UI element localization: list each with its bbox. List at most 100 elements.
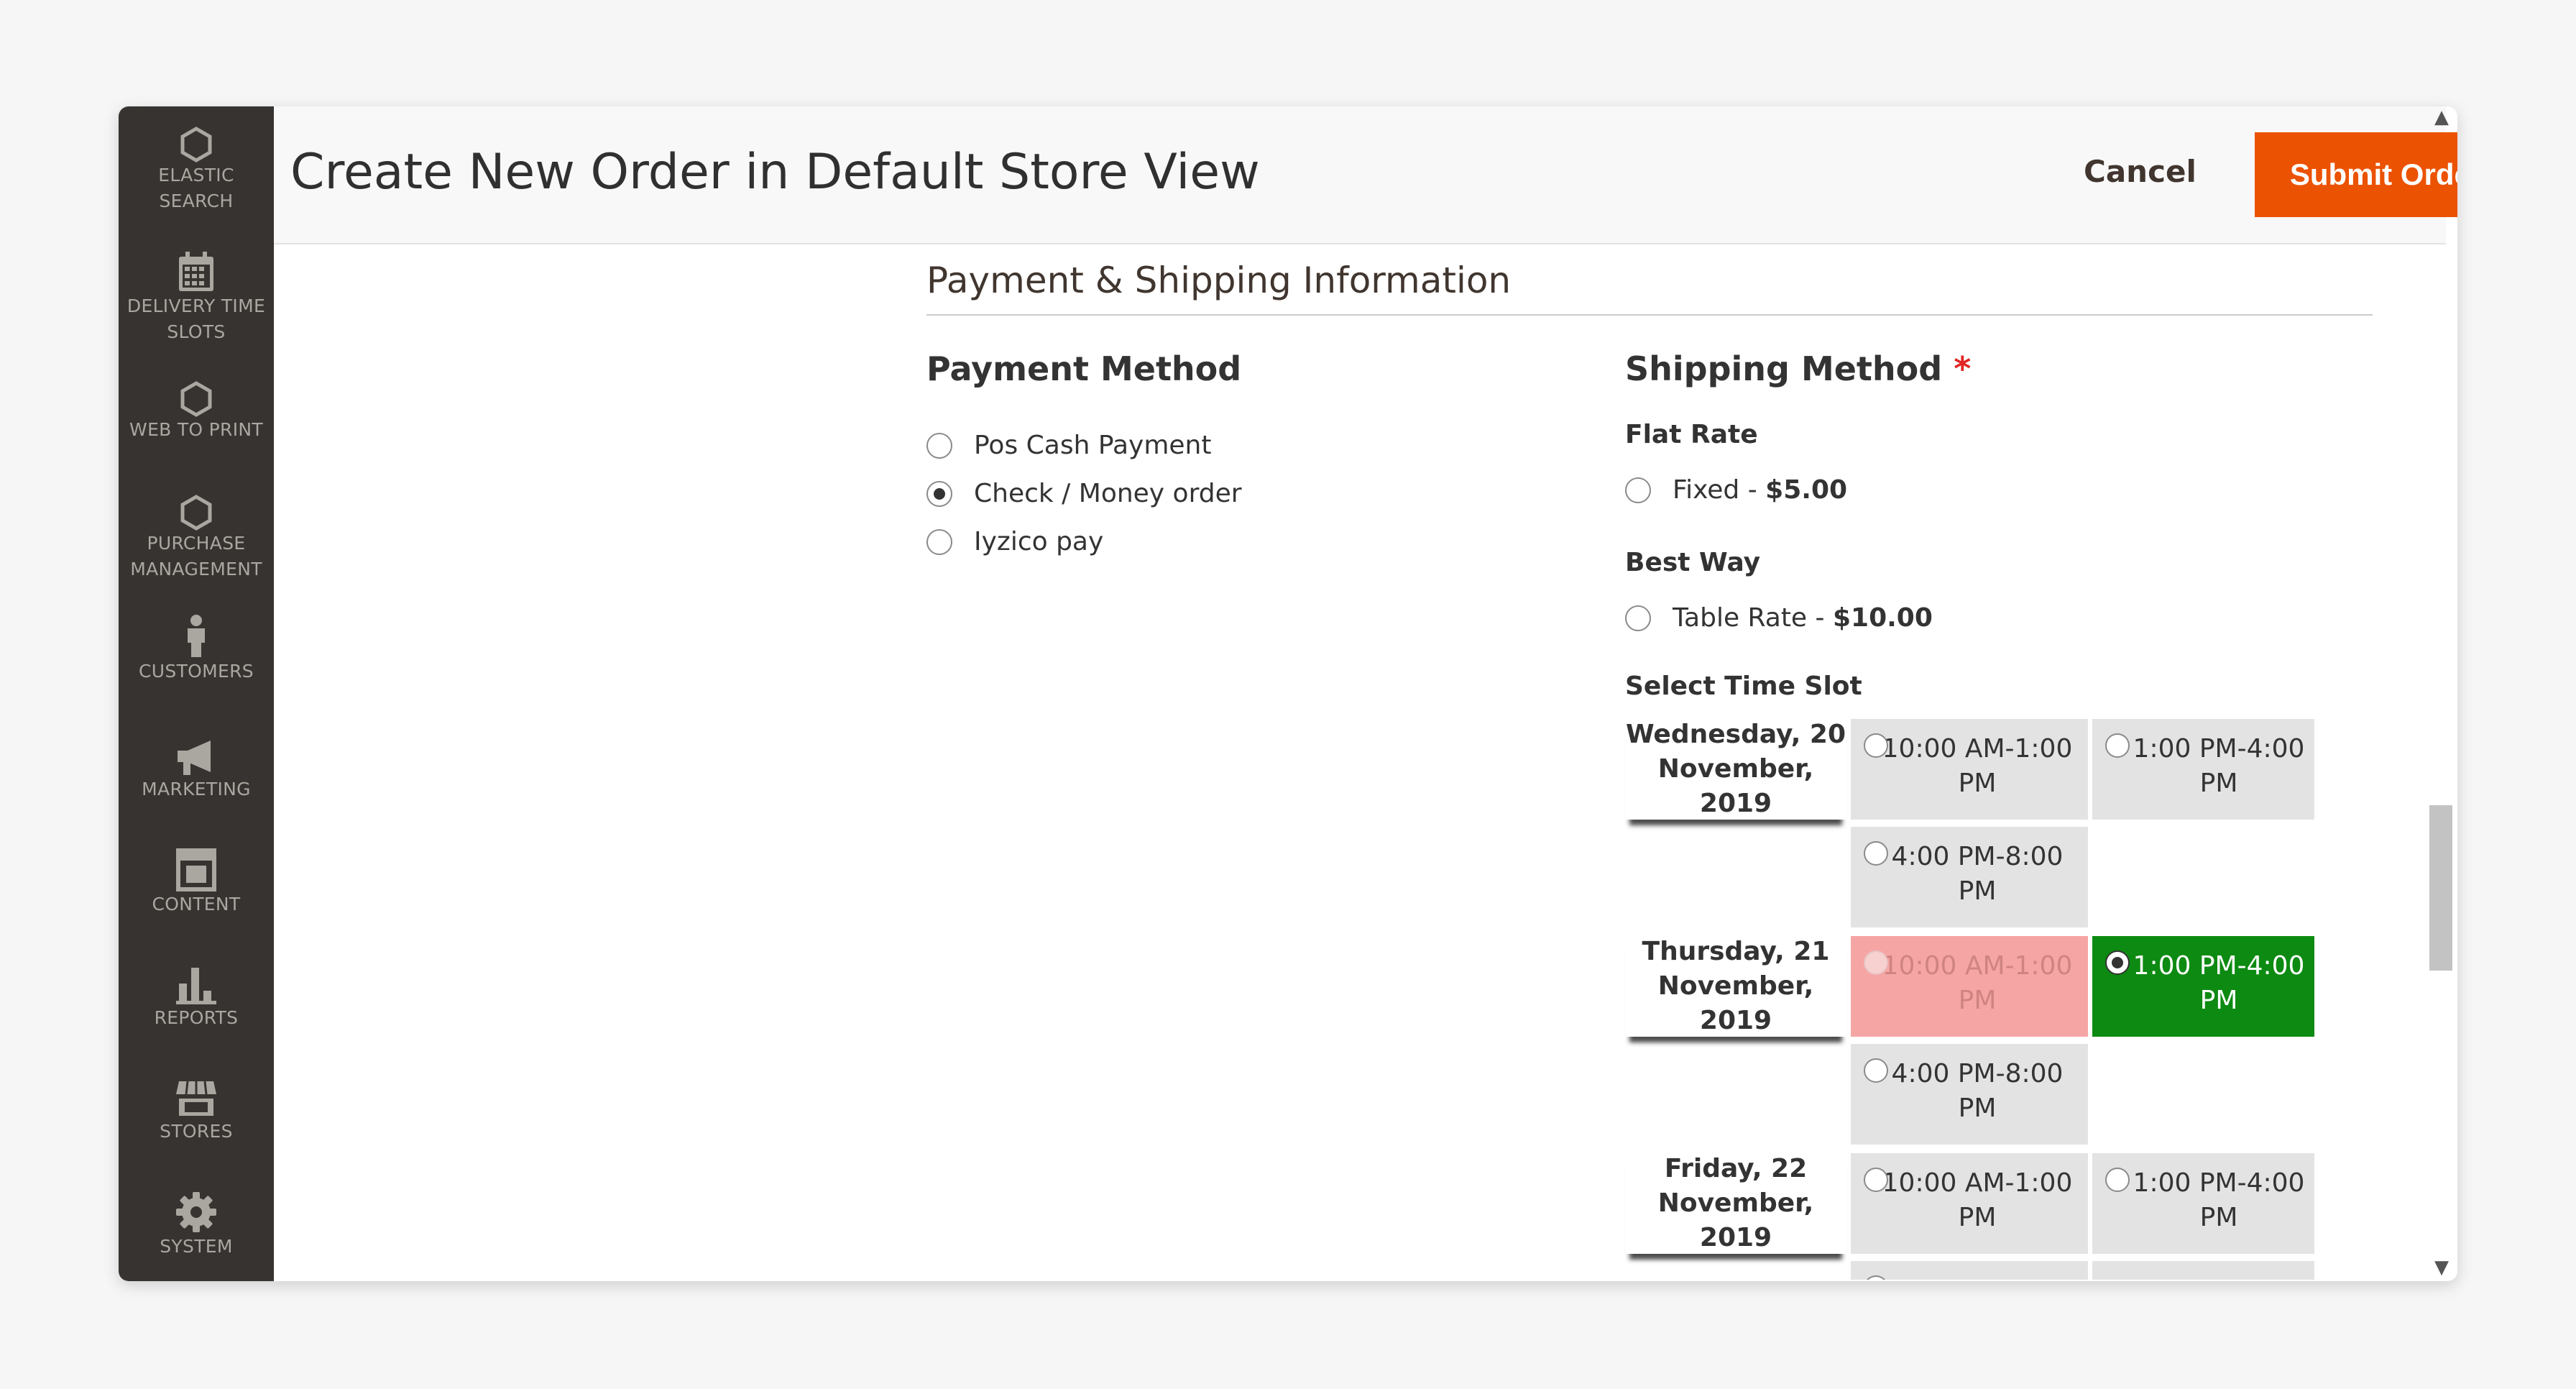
cancel-button[interactable]: Cancel — [2084, 154, 2196, 189]
sidebar-item-label: CONTENT — [152, 894, 241, 914]
scroll-down-arrow-icon[interactable]: ▼ — [2434, 1257, 2449, 1278]
slot-time: PM — [2199, 1203, 2238, 1232]
slot-radio-checked[interactable] — [2105, 950, 2130, 975]
time-slot[interactable] — [2092, 1261, 2314, 1280]
shipping-radio[interactable] — [1625, 605, 1651, 631]
payment-option-label: Pos Cash Payment — [974, 431, 1212, 460]
slot-time: PM — [2199, 986, 2238, 1015]
slot-time: PM — [1958, 1094, 1997, 1123]
sidebar-item-delivery-time-slots[interactable]: DELIVERY TIME SLOTS — [119, 250, 274, 345]
shipping-method-label: Shipping Method — [1625, 349, 1943, 388]
time-slot-grid: Wednesday, 20 November, 2019 10:00 AM-1:0… — [1596, 712, 2314, 1280]
date-line: November, 2019 — [1657, 971, 1814, 1035]
time-slot[interactable]: 1:00 PM-4:00 PM — [2092, 1153, 2314, 1254]
slot-radio[interactable] — [2105, 1168, 2130, 1192]
scroll-up-arrow-icon[interactable]: ▲ — [2434, 106, 2449, 128]
slot-radio[interactable] — [1864, 1168, 1888, 1192]
date-line: November, 2019 — [1657, 754, 1814, 818]
storefront-icon — [176, 1081, 216, 1116]
sidebar-item-label: SYSTEM — [160, 1236, 233, 1257]
slot-time: 10:00 AM-1:00 — [1882, 1168, 2073, 1198]
sidebar-item-label: SLOTS — [167, 321, 226, 342]
bar-chart-icon — [176, 968, 216, 1004]
flat-rate-label: Fixed - — [1673, 475, 1766, 505]
slot-time: PM — [1958, 1203, 1997, 1232]
payment-radio[interactable] — [926, 433, 952, 459]
sidebar-item-customers[interactable]: CUSTOMERS — [119, 614, 274, 684]
time-slot[interactable]: 4:00 PM-8:00 PM — [1851, 1044, 2088, 1145]
date-line: Friday, 22 — [1664, 1154, 1808, 1183]
section-title: Payment & Shipping Information — [926, 260, 1512, 301]
slot-radio[interactable] — [1864, 733, 1888, 758]
payment-radio[interactable] — [926, 529, 952, 555]
sidebar-item-label: CUSTOMERS — [139, 661, 254, 682]
scrollbar-thumb[interactable] — [2429, 805, 2452, 971]
sidebar-item-purchase-management[interactable]: PURCHASE MANAGEMENT — [119, 495, 274, 582]
admin-sidebar: ELASTIC SEARCH DELIVERY TIME SLOTS WEB T… — [119, 106, 274, 1281]
time-slot-selected[interactable]: 1:00 PM-4:00 PM — [2092, 936, 2314, 1037]
layout-icon — [176, 848, 216, 891]
date-line: Wednesday, 20 — [1625, 720, 1846, 749]
payment-option-label: Iyzico pay — [974, 527, 1104, 556]
slot-radio[interactable] — [1864, 841, 1888, 866]
sidebar-item-elastic-search[interactable]: ELASTIC SEARCH — [119, 127, 274, 214]
flat-rate-heading: Flat Rate — [1625, 420, 1758, 449]
shipping-option-label: Table Rate - $10.00 — [1673, 604, 1933, 633]
slot-radio[interactable] — [2105, 733, 2130, 758]
hexagon-icon — [180, 495, 212, 531]
date-line: November, 2019 — [1657, 1188, 1814, 1252]
payment-method-title: Payment Method — [926, 349, 1242, 388]
sidebar-item-content[interactable]: CONTENT — [119, 848, 274, 917]
megaphone-icon — [178, 741, 211, 775]
time-slot[interactable]: 10:00 AM-1:00 PM — [1851, 719, 2088, 820]
scrollbar[interactable] — [2425, 106, 2457, 1281]
payment-option-label: Check / Money order — [974, 479, 1242, 508]
time-slot-booked: 10:00 AM-1:00 PM — [1851, 936, 2088, 1037]
sidebar-item-stores[interactable]: STORES — [119, 1078, 274, 1145]
time-slot[interactable]: 4:00 PM-8:00 PM — [1851, 827, 2088, 927]
sidebar-item-label: WEB TO PRINT — [129, 419, 263, 440]
best-way-heading: Best Way — [1625, 548, 1761, 577]
slot-time: PM — [2199, 769, 2238, 798]
sidebar-item-reports[interactable]: REPORTS — [119, 965, 274, 1031]
date-card: Friday, 22 November, 2019 — [1625, 1153, 1846, 1254]
sidebar-item-label: REPORTS — [154, 1007, 239, 1028]
sidebar-item-system[interactable]: SYSTEM — [119, 1191, 274, 1260]
page-title: Create New Order in Default Store View — [290, 144, 1260, 201]
sidebar-item-web-to-print[interactable]: WEB TO PRINT — [119, 381, 274, 443]
slot-time: PM — [1958, 876, 1997, 906]
hexagon-icon — [180, 381, 212, 417]
date-card: Thursday, 21 November, 2019 — [1625, 936, 1846, 1037]
hexagon-icon — [180, 127, 212, 162]
sidebar-item-label: MANAGEMENT — [130, 559, 262, 579]
sidebar-item-label: DELIVERY TIME — [126, 295, 266, 316]
sidebar-item-label: PURCHASE — [147, 533, 246, 554]
table-rate-price: $10.00 — [1832, 603, 1933, 633]
sidebar-item-label: ELASTIC — [158, 165, 234, 185]
shipping-method-title: Shipping Method * — [1625, 349, 1971, 388]
section-divider — [926, 314, 2373, 316]
slot-radio[interactable] — [1864, 1275, 1888, 1280]
time-slot[interactable]: 10:00 AM-1:00 PM — [1851, 1153, 2088, 1254]
slot-time: 4:00 PM-8:00 — [1891, 842, 2064, 871]
page-header: Create New Order in Default Store View C… — [274, 106, 2457, 244]
slot-time: 1:00 PM-4:00 — [2133, 734, 2305, 764]
slot-time: 4:00 PM-8:00 — [1891, 1059, 2064, 1088]
slot-radio[interactable] — [1864, 1058, 1888, 1083]
payment-radio-checked[interactable] — [926, 481, 952, 507]
flat-rate-price: $5.00 — [1765, 475, 1848, 505]
sidebar-item-label: SEARCH — [159, 191, 234, 211]
slot-radio-disabled — [1864, 950, 1888, 975]
sidebar-item-label: MARKETING — [142, 779, 251, 799]
sidebar-item-marketing[interactable]: MARKETING — [119, 739, 274, 802]
time-slot[interactable] — [1851, 1261, 2088, 1280]
slot-time: 10:00 AM-1:00 — [1882, 951, 2073, 981]
time-slot[interactable]: 1:00 PM-4:00 PM — [2092, 719, 2314, 820]
shipping-option-label: Fixed - $5.00 — [1673, 476, 1847, 505]
calendar-icon — [179, 252, 213, 291]
person-icon — [188, 615, 205, 657]
table-rate-label: Table Rate - — [1673, 603, 1833, 633]
slot-time: PM — [1958, 769, 1997, 798]
date-line: Thursday, 21 — [1642, 937, 1830, 966]
shipping-radio[interactable] — [1625, 477, 1651, 503]
